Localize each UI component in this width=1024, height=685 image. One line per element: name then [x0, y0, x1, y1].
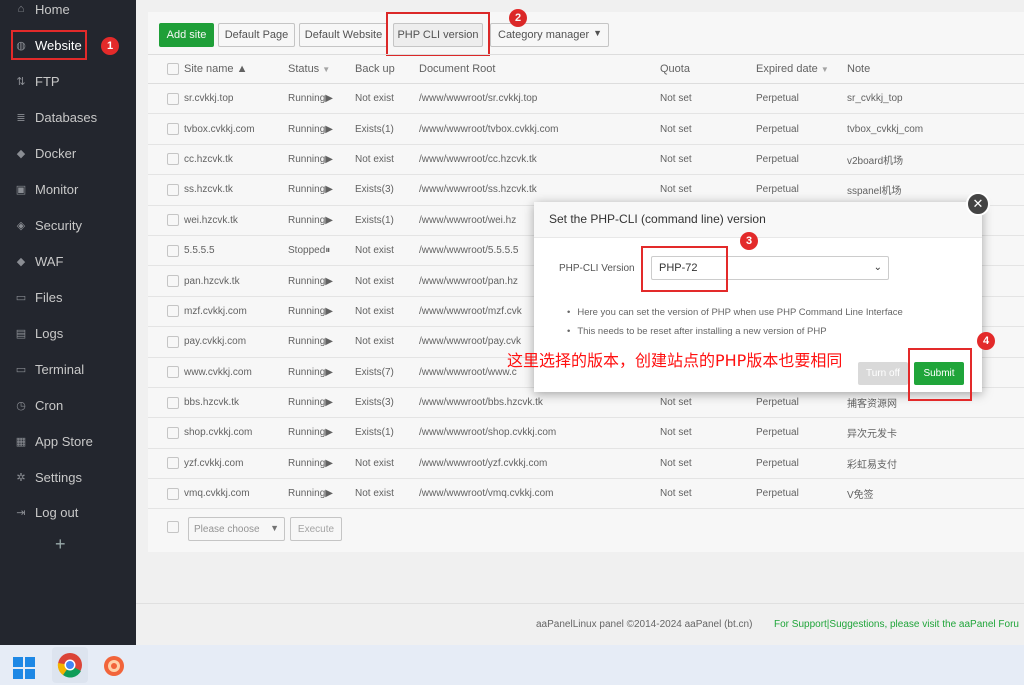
sidebar-item-terminal[interactable]: ▭ Terminal: [0, 351, 136, 387]
monitor-icon: ▣: [15, 183, 27, 196]
sidebar-item-app-store[interactable]: ▦ App Store: [0, 423, 136, 459]
sidebar-item-label: Monitor: [35, 181, 79, 197]
tip-item: • Here you can set the version of PHP whe…: [567, 307, 903, 318]
sidebar-item-label: Terminal: [35, 361, 85, 377]
sidebar-item-log-out[interactable]: ⇥ Log out: [0, 494, 136, 530]
sidebar-item-label: Databases: [35, 109, 98, 125]
add-plus-icon[interactable]: +: [55, 534, 66, 555]
sidebar-item-label: Docker: [35, 145, 77, 161]
terminal-icon: ▭: [15, 363, 27, 376]
chrome-taskbar-item[interactable]: [52, 647, 88, 683]
ftp-icon: ⇅: [16, 75, 26, 88]
waf-icon: ◆: [16, 255, 26, 268]
chrome-icon: [57, 653, 82, 678]
sidebar-item-logs[interactable]: ▤ Logs: [0, 315, 136, 351]
sidebar-item-label: Home: [35, 1, 70, 17]
sidebar-item-databases[interactable]: ≣ Databases: [0, 99, 136, 135]
gear-icon: ✲: [16, 471, 26, 484]
submit-highlight-box: [908, 348, 972, 401]
sidebar-item-waf[interactable]: ◆ WAF: [0, 243, 136, 279]
sidebar-item-label: Security: [35, 217, 82, 233]
sidebar-item-label: Log out: [35, 504, 79, 520]
php-cli-version-label: PHP-CLI Version: [559, 263, 635, 274]
sidebar-item-docker[interactable]: ◆ Docker: [0, 135, 136, 171]
chevron-down-icon: ⌄: [873, 262, 882, 273]
turn-off-button[interactable]: Turn off: [858, 362, 908, 385]
sidebar-item-monitor[interactable]: ▣ Monitor: [0, 171, 136, 207]
footer: aaPanelLinux panel ©2014-2024 aaPanel (b…: [136, 603, 1024, 645]
sidebar-item-home[interactable]: ⌂ Home: [0, 0, 136, 27]
docker-icon: ◆: [16, 147, 26, 160]
shield-icon: ◈: [16, 219, 26, 232]
copyright-text: aaPanelLinux panel ©2014-2024 aaPanel (b…: [536, 619, 753, 630]
sidebar-item-settings[interactable]: ✲ Settings: [0, 459, 136, 495]
logs-icon: ▤: [15, 327, 27, 340]
sidebar-item-label: Settings: [35, 469, 82, 485]
annotation-text: 这里选择的版本，创建站点的PHP版本也要相同: [507, 351, 843, 370]
step-badge-1: 1: [101, 37, 119, 55]
step-badge-4: 4: [977, 332, 995, 350]
sidebar-item-cron[interactable]: ◷ Cron: [0, 387, 136, 423]
windows-start-icon[interactable]: [12, 656, 36, 680]
website-highlight-box: [11, 30, 87, 60]
sidebar-item-security[interactable]: ◈ Security: [0, 207, 136, 243]
logout-icon: ⇥: [16, 506, 26, 519]
tip-item: • This needs to be reset after installing…: [567, 326, 827, 337]
appstore-icon: ▦: [15, 435, 27, 448]
sidebar-item-label: Files: [35, 289, 63, 305]
folder-icon: ▭: [15, 291, 27, 304]
sidebar-item-label: Logs: [35, 325, 64, 341]
app-taskbar-icon[interactable]: [102, 654, 126, 678]
taskbar: [0, 645, 1024, 685]
cron-icon: ◷: [16, 399, 26, 412]
select-highlight-box: [641, 246, 728, 292]
home-icon: ⌂: [17, 3, 25, 15]
sidebar-item-ftp[interactable]: ⇅ FTP: [0, 63, 136, 99]
database-icon: ≣: [16, 111, 26, 124]
sidebar-item-label: App Store: [35, 433, 93, 449]
sidebar-item-label: Cron: [35, 397, 64, 413]
sidebar-item-files[interactable]: ▭ Files: [0, 279, 136, 315]
support-link[interactable]: For Support|Suggestions, please visit th…: [774, 619, 1019, 630]
modal-title: Set the PHP-CLI (command line) version: [534, 202, 982, 238]
sidebar-item-label: FTP: [35, 73, 60, 89]
close-icon[interactable]: ✕: [966, 192, 990, 216]
sidebar-item-label: WAF: [35, 253, 64, 269]
step-badge-3: 3: [740, 232, 758, 250]
